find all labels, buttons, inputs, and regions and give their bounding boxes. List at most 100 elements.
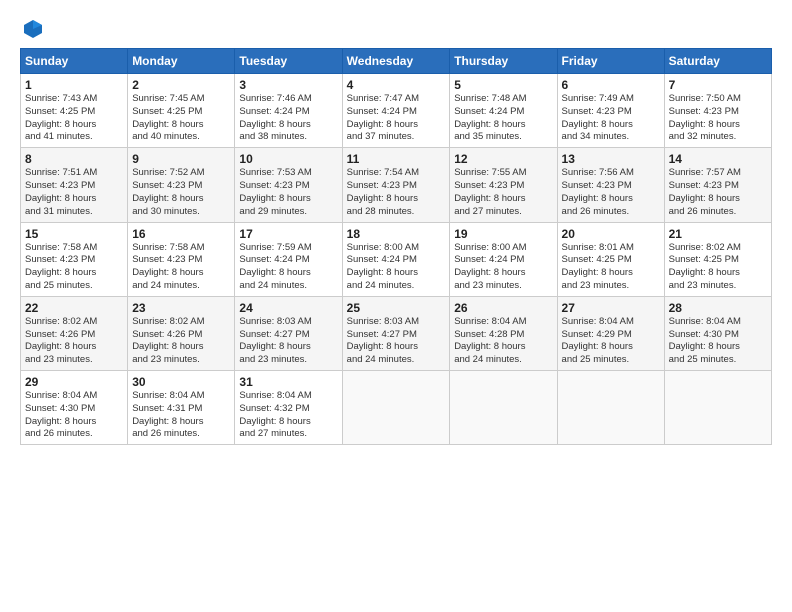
calendar-cell: 26Sunrise: 8:04 AM Sunset: 4:28 PM Dayli… bbox=[450, 296, 557, 370]
calendar-header-row: SundayMondayTuesdayWednesdayThursdayFrid… bbox=[21, 49, 772, 74]
calendar-cell: 9Sunrise: 7:52 AM Sunset: 4:23 PM Daylig… bbox=[128, 148, 235, 222]
day-number: 10 bbox=[239, 152, 337, 166]
day-info: Sunrise: 7:55 AM Sunset: 4:23 PM Dayligh… bbox=[454, 167, 552, 218]
logo bbox=[20, 18, 44, 38]
calendar-cell bbox=[342, 371, 450, 445]
day-number: 3 bbox=[239, 78, 337, 92]
calendar-cell: 29Sunrise: 8:04 AM Sunset: 4:30 PM Dayli… bbox=[21, 371, 128, 445]
day-info: Sunrise: 8:04 AM Sunset: 4:30 PM Dayligh… bbox=[25, 390, 123, 441]
calendar-week-4: 22Sunrise: 8:02 AM Sunset: 4:26 PM Dayli… bbox=[21, 296, 772, 370]
calendar-cell bbox=[557, 371, 664, 445]
calendar-cell: 6Sunrise: 7:49 AM Sunset: 4:23 PM Daylig… bbox=[557, 74, 664, 148]
day-number: 25 bbox=[347, 301, 446, 315]
logo-text bbox=[20, 18, 44, 40]
calendar-cell: 30Sunrise: 8:04 AM Sunset: 4:31 PM Dayli… bbox=[128, 371, 235, 445]
day-info: Sunrise: 7:51 AM Sunset: 4:23 PM Dayligh… bbox=[25, 167, 123, 218]
day-number: 14 bbox=[669, 152, 767, 166]
day-number: 21 bbox=[669, 227, 767, 241]
calendar-cell: 5Sunrise: 7:48 AM Sunset: 4:24 PM Daylig… bbox=[450, 74, 557, 148]
day-number: 24 bbox=[239, 301, 337, 315]
calendar-header-friday: Friday bbox=[557, 49, 664, 74]
day-info: Sunrise: 8:02 AM Sunset: 4:26 PM Dayligh… bbox=[132, 316, 230, 367]
calendar-cell: 28Sunrise: 8:04 AM Sunset: 4:30 PM Dayli… bbox=[664, 296, 771, 370]
calendar-week-1: 1Sunrise: 7:43 AM Sunset: 4:25 PM Daylig… bbox=[21, 74, 772, 148]
day-info: Sunrise: 7:52 AM Sunset: 4:23 PM Dayligh… bbox=[132, 167, 230, 218]
calendar-cell: 16Sunrise: 7:58 AM Sunset: 4:23 PM Dayli… bbox=[128, 222, 235, 296]
calendar-cell: 20Sunrise: 8:01 AM Sunset: 4:25 PM Dayli… bbox=[557, 222, 664, 296]
day-number: 11 bbox=[347, 152, 446, 166]
day-info: Sunrise: 7:50 AM Sunset: 4:23 PM Dayligh… bbox=[669, 93, 767, 144]
calendar-cell: 8Sunrise: 7:51 AM Sunset: 4:23 PM Daylig… bbox=[21, 148, 128, 222]
day-info: Sunrise: 8:04 AM Sunset: 4:30 PM Dayligh… bbox=[669, 316, 767, 367]
calendar-cell bbox=[664, 371, 771, 445]
day-number: 19 bbox=[454, 227, 552, 241]
calendar-cell bbox=[450, 371, 557, 445]
day-info: Sunrise: 7:45 AM Sunset: 4:25 PM Dayligh… bbox=[132, 93, 230, 144]
day-info: Sunrise: 8:03 AM Sunset: 4:27 PM Dayligh… bbox=[347, 316, 446, 367]
day-info: Sunrise: 8:04 AM Sunset: 4:32 PM Dayligh… bbox=[239, 390, 337, 441]
day-info: Sunrise: 7:58 AM Sunset: 4:23 PM Dayligh… bbox=[132, 242, 230, 293]
day-info: Sunrise: 7:43 AM Sunset: 4:25 PM Dayligh… bbox=[25, 93, 123, 144]
day-info: Sunrise: 8:04 AM Sunset: 4:31 PM Dayligh… bbox=[132, 390, 230, 441]
calendar-cell: 3Sunrise: 7:46 AM Sunset: 4:24 PM Daylig… bbox=[235, 74, 342, 148]
day-info: Sunrise: 8:02 AM Sunset: 4:25 PM Dayligh… bbox=[669, 242, 767, 293]
day-info: Sunrise: 7:57 AM Sunset: 4:23 PM Dayligh… bbox=[669, 167, 767, 218]
calendar-week-3: 15Sunrise: 7:58 AM Sunset: 4:23 PM Dayli… bbox=[21, 222, 772, 296]
day-number: 27 bbox=[562, 301, 660, 315]
day-info: Sunrise: 8:04 AM Sunset: 4:29 PM Dayligh… bbox=[562, 316, 660, 367]
day-info: Sunrise: 7:47 AM Sunset: 4:24 PM Dayligh… bbox=[347, 93, 446, 144]
calendar-cell: 14Sunrise: 7:57 AM Sunset: 4:23 PM Dayli… bbox=[664, 148, 771, 222]
calendar-table: SundayMondayTuesdayWednesdayThursdayFrid… bbox=[20, 48, 772, 445]
calendar-header-saturday: Saturday bbox=[664, 49, 771, 74]
calendar-header-thursday: Thursday bbox=[450, 49, 557, 74]
day-info: Sunrise: 7:59 AM Sunset: 4:24 PM Dayligh… bbox=[239, 242, 337, 293]
day-number: 9 bbox=[132, 152, 230, 166]
day-number: 26 bbox=[454, 301, 552, 315]
day-info: Sunrise: 7:54 AM Sunset: 4:23 PM Dayligh… bbox=[347, 167, 446, 218]
day-info: Sunrise: 7:46 AM Sunset: 4:24 PM Dayligh… bbox=[239, 93, 337, 144]
calendar-cell: 27Sunrise: 8:04 AM Sunset: 4:29 PM Dayli… bbox=[557, 296, 664, 370]
day-number: 28 bbox=[669, 301, 767, 315]
calendar-cell: 7Sunrise: 7:50 AM Sunset: 4:23 PM Daylig… bbox=[664, 74, 771, 148]
calendar-cell: 21Sunrise: 8:02 AM Sunset: 4:25 PM Dayli… bbox=[664, 222, 771, 296]
page: SundayMondayTuesdayWednesdayThursdayFrid… bbox=[0, 0, 792, 612]
calendar-cell: 23Sunrise: 8:02 AM Sunset: 4:26 PM Dayli… bbox=[128, 296, 235, 370]
calendar-cell: 10Sunrise: 7:53 AM Sunset: 4:23 PM Dayli… bbox=[235, 148, 342, 222]
day-number: 23 bbox=[132, 301, 230, 315]
calendar-cell: 31Sunrise: 8:04 AM Sunset: 4:32 PM Dayli… bbox=[235, 371, 342, 445]
day-info: Sunrise: 8:00 AM Sunset: 4:24 PM Dayligh… bbox=[454, 242, 552, 293]
calendar-cell: 15Sunrise: 7:58 AM Sunset: 4:23 PM Dayli… bbox=[21, 222, 128, 296]
day-number: 30 bbox=[132, 375, 230, 389]
day-number: 20 bbox=[562, 227, 660, 241]
calendar-header-monday: Monday bbox=[128, 49, 235, 74]
calendar-header-sunday: Sunday bbox=[21, 49, 128, 74]
day-info: Sunrise: 8:03 AM Sunset: 4:27 PM Dayligh… bbox=[239, 316, 337, 367]
calendar-header-wednesday: Wednesday bbox=[342, 49, 450, 74]
day-info: Sunrise: 8:04 AM Sunset: 4:28 PM Dayligh… bbox=[454, 316, 552, 367]
calendar-header-tuesday: Tuesday bbox=[235, 49, 342, 74]
calendar-cell: 4Sunrise: 7:47 AM Sunset: 4:24 PM Daylig… bbox=[342, 74, 450, 148]
calendar-cell: 2Sunrise: 7:45 AM Sunset: 4:25 PM Daylig… bbox=[128, 74, 235, 148]
day-number: 4 bbox=[347, 78, 446, 92]
day-info: Sunrise: 8:02 AM Sunset: 4:26 PM Dayligh… bbox=[25, 316, 123, 367]
calendar-cell: 12Sunrise: 7:55 AM Sunset: 4:23 PM Dayli… bbox=[450, 148, 557, 222]
day-number: 22 bbox=[25, 301, 123, 315]
calendar-cell: 11Sunrise: 7:54 AM Sunset: 4:23 PM Dayli… bbox=[342, 148, 450, 222]
calendar-cell: 17Sunrise: 7:59 AM Sunset: 4:24 PM Dayli… bbox=[235, 222, 342, 296]
day-info: Sunrise: 7:49 AM Sunset: 4:23 PM Dayligh… bbox=[562, 93, 660, 144]
calendar-cell: 19Sunrise: 8:00 AM Sunset: 4:24 PM Dayli… bbox=[450, 222, 557, 296]
calendar-week-2: 8Sunrise: 7:51 AM Sunset: 4:23 PM Daylig… bbox=[21, 148, 772, 222]
calendar-cell: 22Sunrise: 8:02 AM Sunset: 4:26 PM Dayli… bbox=[21, 296, 128, 370]
day-number: 17 bbox=[239, 227, 337, 241]
day-info: Sunrise: 7:58 AM Sunset: 4:23 PM Dayligh… bbox=[25, 242, 123, 293]
day-number: 18 bbox=[347, 227, 446, 241]
day-info: Sunrise: 7:53 AM Sunset: 4:23 PM Dayligh… bbox=[239, 167, 337, 218]
header bbox=[20, 18, 772, 38]
day-number: 16 bbox=[132, 227, 230, 241]
logo-flag-icon bbox=[22, 18, 44, 40]
day-number: 15 bbox=[25, 227, 123, 241]
day-number: 1 bbox=[25, 78, 123, 92]
calendar-cell: 24Sunrise: 8:03 AM Sunset: 4:27 PM Dayli… bbox=[235, 296, 342, 370]
calendar-cell: 1Sunrise: 7:43 AM Sunset: 4:25 PM Daylig… bbox=[21, 74, 128, 148]
calendar-cell: 18Sunrise: 8:00 AM Sunset: 4:24 PM Dayli… bbox=[342, 222, 450, 296]
